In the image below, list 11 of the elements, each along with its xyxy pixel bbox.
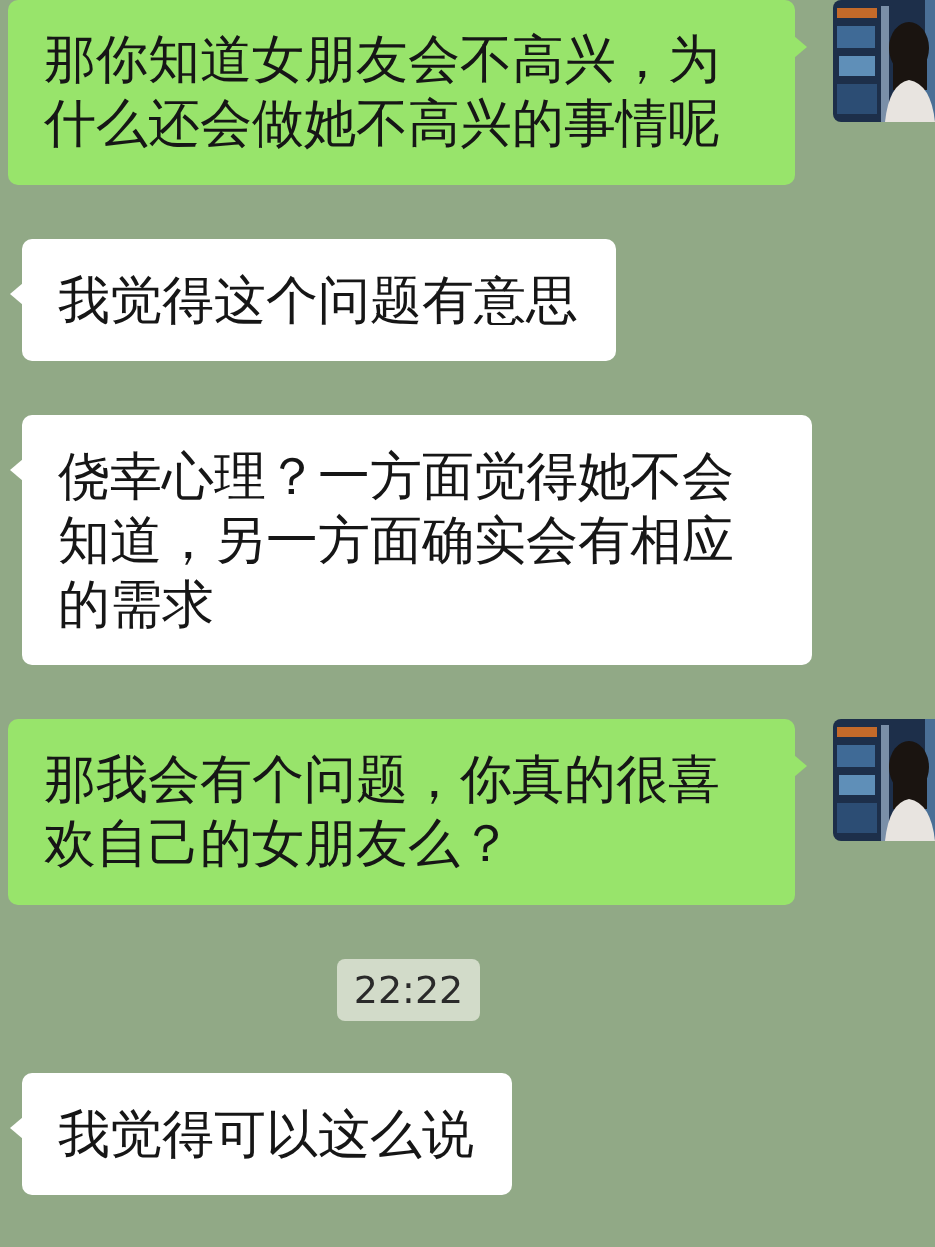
message-bubble: 那你知道女朋友会不高兴，为什么还会做她不高兴的事情呢 [8,0,795,185]
message-bubble: 那我会有个问题，你真的很喜欢自己的女朋友么？ [8,719,795,905]
message-bubble: 侥幸心理？一方面觉得她不会知道，另一方面确实会有相应的需求 [22,415,812,665]
bubble-tail [10,283,23,305]
bubble-tail [794,36,807,58]
bubble-tail [10,459,23,481]
bubble-tail [10,1117,23,1139]
message-bubble: 我觉得这个问题有意思 [22,239,616,361]
timestamp: 22:22 [336,959,481,1021]
bubble-tail [794,755,807,777]
message-bubble: 我觉得可以这么说 [22,1073,512,1195]
